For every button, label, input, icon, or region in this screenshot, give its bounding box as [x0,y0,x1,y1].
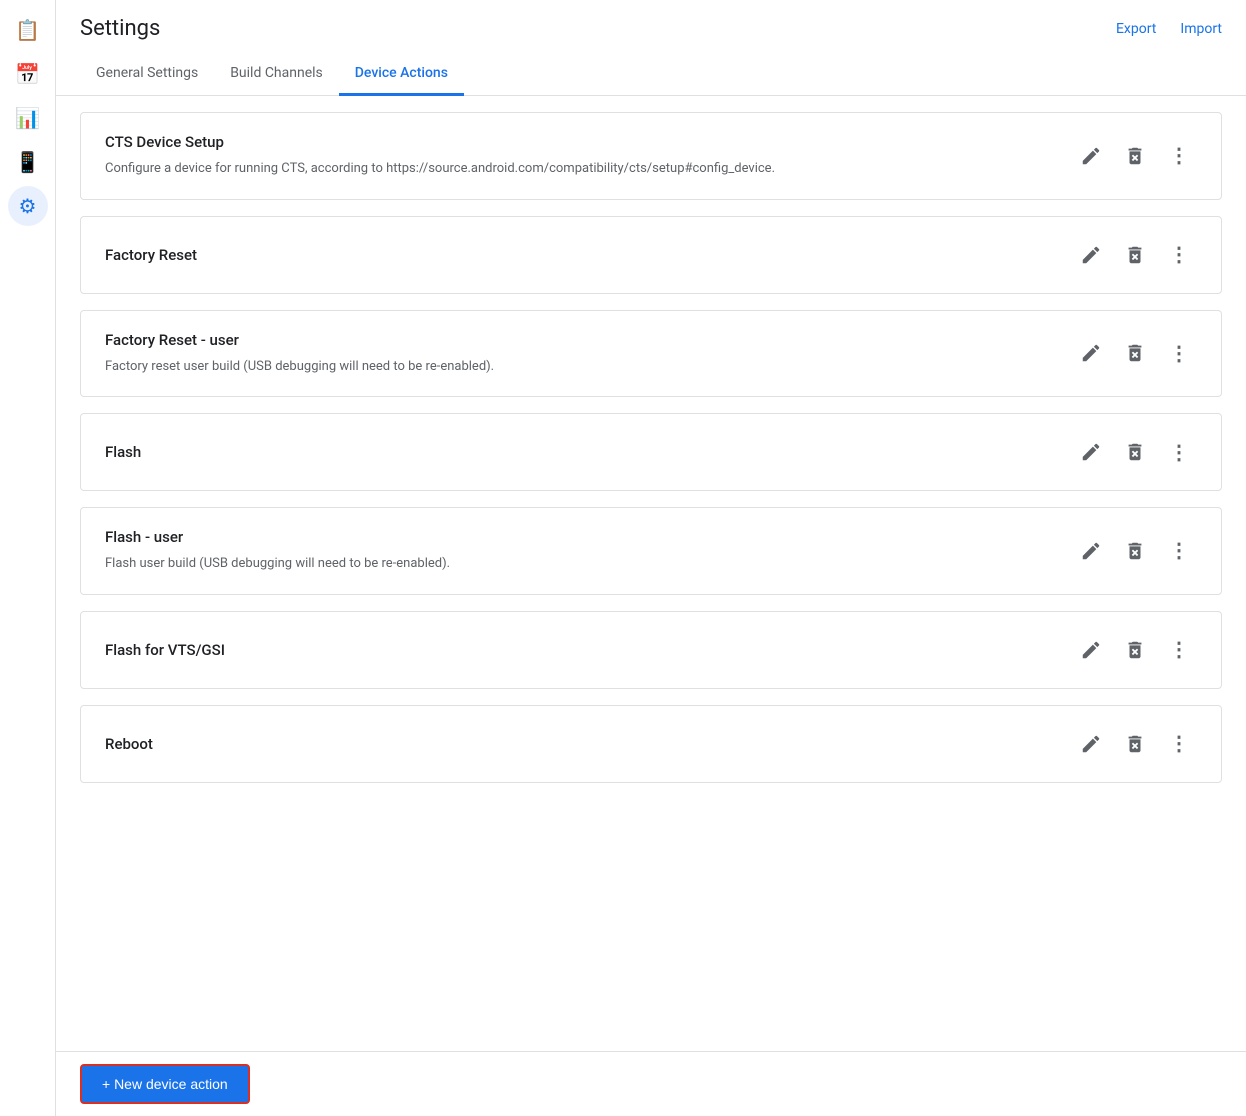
delete-button-factory-reset-user[interactable] [1117,335,1153,371]
more-button-flash-vts-gsi[interactable]: ⋮ [1161,632,1197,668]
action-buttons: ⋮ [1073,533,1197,569]
sidebar-item-calendar[interactable]: 📅 [8,54,48,94]
action-card-content: Flash [105,443,141,461]
action-card-content: CTS Device Setup Configure a device for r… [105,133,775,179]
header: Settings Export Import [56,0,1246,41]
export-link[interactable]: Export [1116,21,1156,37]
tab-build[interactable]: Build Channels [214,53,339,96]
edit-button-flash-vts-gsi[interactable] [1073,632,1109,668]
more-button-flash-user[interactable]: ⋮ [1161,533,1197,569]
more-button-factory-reset[interactable]: ⋮ [1161,237,1197,273]
tab-general[interactable]: General Settings [80,53,214,96]
action-card-cts-device-setup: CTS Device Setup Configure a device for r… [80,112,1222,200]
action-title: Reboot [105,735,153,753]
action-buttons: ⋮ [1073,726,1197,762]
delete-button-factory-reset[interactable] [1117,237,1153,273]
edit-button-flash-user[interactable] [1073,533,1109,569]
new-device-action-button[interactable]: + New device action [80,1064,250,1104]
tabs: General SettingsBuild ChannelsDevice Act… [56,53,1246,96]
action-description: Flash user build (USB debugging will nee… [105,554,450,574]
more-button-flash[interactable]: ⋮ [1161,434,1197,470]
action-title: CTS Device Setup [105,133,775,151]
action-buttons: ⋮ [1073,138,1197,174]
action-card-header: Reboot ⋮ [105,726,1197,762]
action-title: Factory Reset [105,246,197,264]
action-title: Flash - user [105,528,450,546]
content-area: CTS Device Setup Configure a device for r… [56,96,1246,1116]
action-card-flash-user: Flash - user Flash user build (USB debugg… [80,507,1222,595]
edit-button-reboot[interactable] [1073,726,1109,762]
sidebar-item-clipboard[interactable]: 📋 [8,10,48,50]
edit-button-flash[interactable] [1073,434,1109,470]
action-buttons: ⋮ [1073,434,1197,470]
sidebar: 📋📅📊📱⚙ [0,0,56,1116]
action-card-header: Flash for VTS/GSI ⋮ [105,632,1197,668]
delete-button-flash[interactable] [1117,434,1153,470]
action-card-header: Factory Reset ⋮ [105,237,1197,273]
action-card-flash-vts-gsi: Flash for VTS/GSI ⋮ [80,611,1222,689]
action-card-content: Flash - user Flash user build (USB debugg… [105,528,450,574]
sidebar-item-chart[interactable]: 📊 [8,98,48,138]
edit-button-factory-reset-user[interactable] [1073,335,1109,371]
main-content: Settings Export Import General SettingsB… [56,0,1246,1116]
edit-button-factory-reset[interactable] [1073,237,1109,273]
more-button-factory-reset-user[interactable]: ⋮ [1161,335,1197,371]
action-card-content: Factory Reset - user Factory reset user b… [105,331,494,377]
action-buttons: ⋮ [1073,632,1197,668]
action-card-factory-reset: Factory Reset ⋮ [80,216,1222,294]
more-button-cts-device-setup[interactable]: ⋮ [1161,138,1197,174]
action-buttons: ⋮ [1073,335,1197,371]
action-description: Factory reset user build (USB debugging … [105,357,494,377]
action-description: Configure a device for running CTS, acco… [105,159,775,179]
header-actions: Export Import [1116,21,1222,37]
import-link[interactable]: Import [1180,21,1222,37]
action-card-header: Flash - user Flash user build (USB debugg… [105,528,1197,574]
more-button-reboot[interactable]: ⋮ [1161,726,1197,762]
page-title: Settings [80,16,160,41]
delete-button-flash-vts-gsi[interactable] [1117,632,1153,668]
action-buttons: ⋮ [1073,237,1197,273]
sidebar-item-settings[interactable]: ⚙ [8,186,48,226]
action-card-content: Factory Reset [105,246,197,264]
action-card-content: Reboot [105,735,153,753]
delete-button-cts-device-setup[interactable] [1117,138,1153,174]
tab-device-actions[interactable]: Device Actions [339,53,464,96]
action-card-header: Factory Reset - user Factory reset user b… [105,331,1197,377]
action-title: Flash for VTS/GSI [105,641,225,659]
action-title: Flash [105,443,141,461]
delete-button-flash-user[interactable] [1117,533,1153,569]
action-card-factory-reset-user: Factory Reset - user Factory reset user b… [80,310,1222,398]
action-card-flash: Flash ⋮ [80,413,1222,491]
action-card-content: Flash for VTS/GSI [105,641,225,659]
footer: + New device action [56,1051,1246,1116]
action-card-reboot: Reboot ⋮ [80,705,1222,783]
delete-button-reboot[interactable] [1117,726,1153,762]
action-card-header: CTS Device Setup Configure a device for r… [105,133,1197,179]
edit-button-cts-device-setup[interactable] [1073,138,1109,174]
sidebar-item-device[interactable]: 📱 [8,142,48,182]
action-title: Factory Reset - user [105,331,494,349]
action-card-header: Flash ⋮ [105,434,1197,470]
